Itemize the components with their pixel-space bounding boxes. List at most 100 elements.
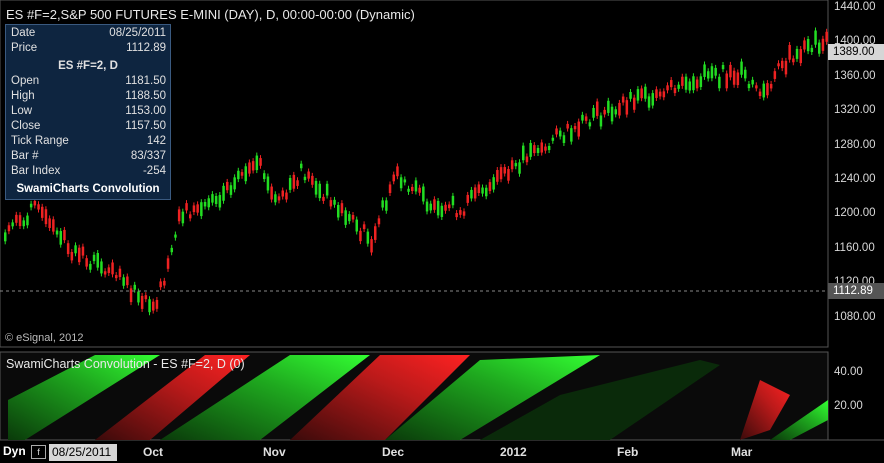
candle-body	[148, 299, 151, 313]
candle-body	[340, 203, 344, 214]
dynamic-mode-label[interactable]: Dyn	[3, 444, 26, 458]
info-key: Bar #	[11, 150, 39, 162]
candle-body	[307, 171, 310, 179]
candle-body	[203, 201, 207, 207]
candle-body	[559, 130, 562, 137]
candle-body	[518, 162, 521, 174]
candle-body	[810, 47, 814, 53]
candle-body	[344, 210, 347, 225]
candle-body	[140, 295, 144, 309]
info-value: 1112.89	[126, 42, 166, 54]
candle-body	[300, 163, 303, 169]
candle-body	[81, 246, 85, 256]
price-axis-label: 1280.00	[834, 138, 876, 151]
candle-body	[192, 205, 196, 213]
candle-body	[492, 177, 495, 190]
candle-body	[821, 38, 825, 51]
candle-body	[129, 288, 133, 303]
info-date-row: Date 08/25/2011	[11, 26, 166, 41]
function-button[interactable]: f	[31, 445, 46, 459]
candle-body	[333, 199, 336, 205]
candle-body	[107, 267, 111, 273]
crosshair-price-marker: 1112.89	[828, 283, 884, 299]
candle-body	[621, 96, 625, 103]
candle-body	[126, 276, 129, 286]
candle-body	[85, 258, 88, 267]
candle-body	[677, 84, 680, 89]
candle-body	[581, 114, 584, 121]
candle-body	[370, 239, 373, 253]
indicator-axis-label: 20.00	[834, 400, 863, 412]
candle-body	[573, 126, 577, 130]
candle-body	[318, 183, 321, 199]
candle-body	[89, 263, 92, 270]
info-close-row: Close 1157.50	[11, 119, 166, 134]
candle-body	[544, 146, 547, 151]
candle-body	[411, 186, 414, 191]
candle-body	[185, 203, 188, 211]
info-value: -254	[142, 165, 166, 177]
candle-body	[248, 162, 251, 174]
candle-body	[533, 145, 536, 154]
candle-body	[751, 79, 754, 85]
candle-body	[266, 176, 270, 191]
candle-body	[174, 234, 177, 238]
candle-body	[418, 187, 421, 193]
candle-body	[451, 195, 455, 206]
candle-body	[414, 180, 418, 192]
candle-body	[26, 215, 29, 226]
candle-body	[699, 76, 703, 87]
indicator-title: SwamiCharts Convolution - ES #F=2, D (0)	[6, 357, 245, 371]
candle-body	[825, 31, 828, 42]
info-value: 142	[146, 135, 166, 147]
candle-body	[285, 192, 288, 200]
candle-body	[144, 295, 148, 300]
x-axis-label-nov: Nov	[263, 445, 286, 459]
cursor-info-window[interactable]: Date 08/25/2011 Price 1112.89 ES #F=2, D O…	[5, 24, 171, 200]
candle-body	[566, 123, 569, 129]
candle-body	[640, 88, 643, 99]
candle-body	[618, 102, 621, 116]
info-key: Open	[11, 75, 40, 87]
candle-body	[366, 231, 370, 244]
candle-body	[769, 83, 773, 89]
candle-body	[362, 224, 366, 230]
candle-body	[381, 200, 384, 208]
chart-window[interactable]: ES #F=2,S&P 500 FUTURES E-MINI (DAY), D,…	[0, 0, 884, 463]
candle-body	[66, 243, 70, 255]
candle-body	[388, 184, 392, 194]
info-value: 1188.50	[125, 90, 166, 102]
candle-body	[351, 215, 355, 220]
price-axis-label: 1160.00	[834, 241, 875, 254]
candle-body	[473, 187, 477, 199]
candle-body	[433, 199, 436, 210]
info-index-row: Bar Index -254	[11, 164, 166, 179]
candle-body	[496, 170, 499, 182]
candle-body	[655, 89, 658, 98]
candle-body	[470, 189, 473, 199]
candle-body	[503, 167, 506, 174]
candle-body	[658, 91, 662, 97]
candle-body	[255, 155, 259, 171]
info-bar-row: Bar # 83/337	[11, 149, 166, 164]
candle-body	[510, 160, 514, 170]
candle-body	[355, 219, 358, 232]
candle-body	[211, 194, 214, 203]
candle-body	[773, 71, 777, 79]
candle-body	[152, 301, 155, 311]
candle-body	[251, 161, 255, 171]
info-key: Date	[11, 27, 36, 39]
candle-body	[396, 166, 399, 177]
candle-body	[11, 222, 14, 227]
candle-body	[22, 220, 25, 227]
info-key: Bar Index	[11, 165, 61, 177]
candle-body	[52, 219, 55, 232]
x-axis-label-feb: Feb	[617, 445, 639, 459]
candle-body	[7, 225, 11, 232]
candle-body	[551, 137, 555, 141]
cursor-date-box: 08/25/2011	[49, 444, 117, 461]
candle-body	[607, 100, 610, 113]
candle-body	[514, 163, 518, 167]
candle-body	[547, 145, 551, 151]
candle-body	[536, 147, 540, 154]
